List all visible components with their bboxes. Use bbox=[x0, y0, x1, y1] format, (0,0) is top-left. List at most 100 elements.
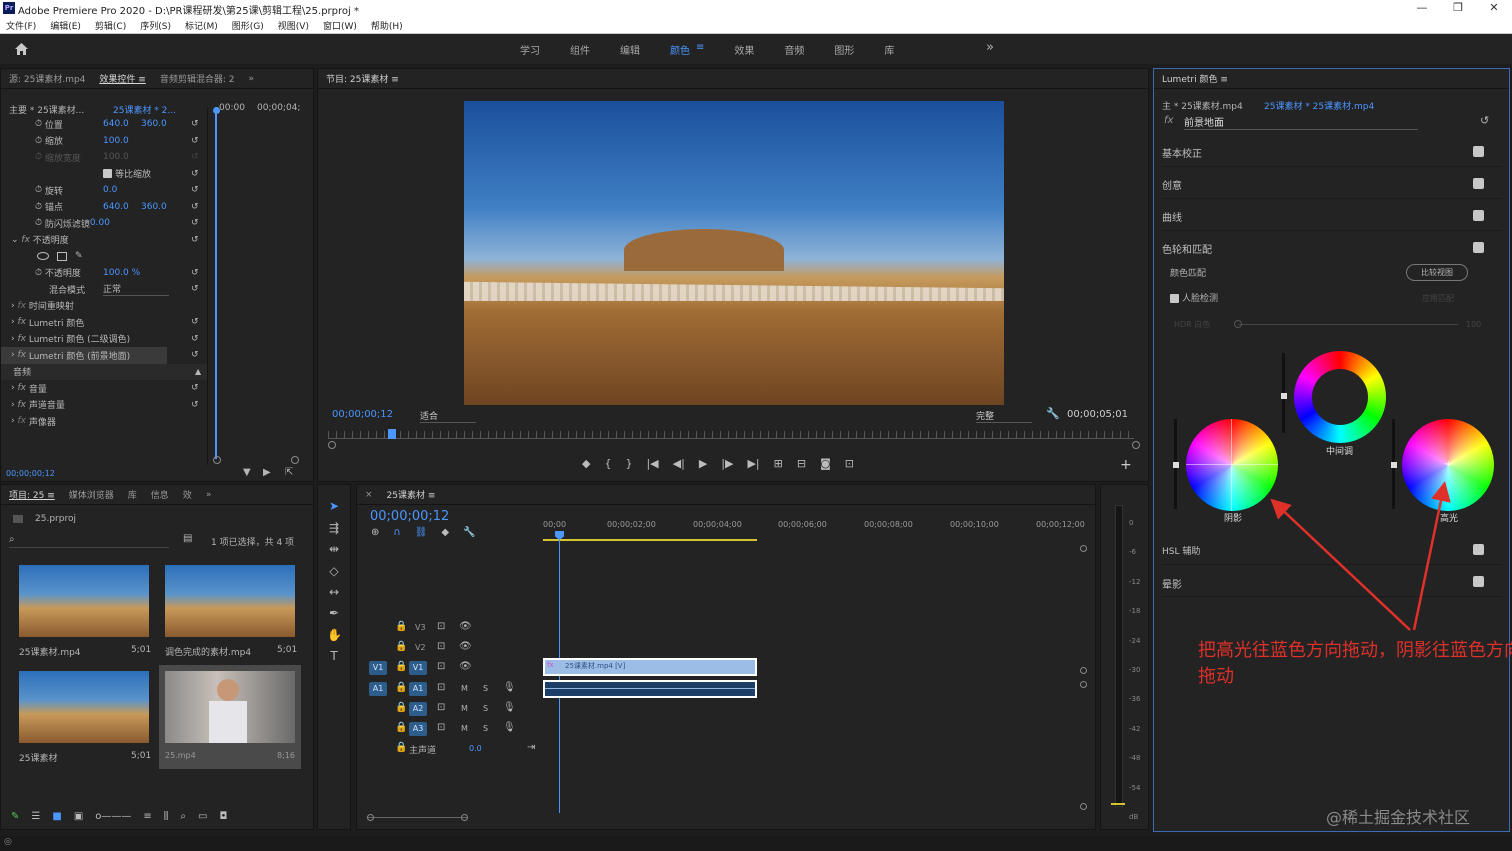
stopwatch-icon[interactable]: ⏱ bbox=[35, 185, 42, 195]
compare-view-button[interactable]: ⊡ bbox=[845, 457, 854, 470]
sync-lock-icon[interactable]: ⊡ bbox=[437, 661, 445, 672]
eye-icon[interactable]: 👁 bbox=[459, 661, 472, 672]
ec-row-anchor[interactable]: ⏱ 锚点 640.0 360.0 ↺ bbox=[1, 199, 207, 216]
workspace-libraries[interactable]: 库 bbox=[884, 42, 894, 57]
new-item-icon[interactable]: ◘ bbox=[219, 811, 227, 822]
project-search-input[interactable]: ⌕ bbox=[9, 534, 169, 548]
position-x-value[interactable]: 640.0 bbox=[103, 119, 129, 129]
comparison-view-button[interactable]: 比较视图 bbox=[1406, 264, 1468, 281]
project-item-thumb[interactable] bbox=[19, 671, 149, 743]
reset-icon[interactable]: ↺ bbox=[191, 235, 199, 245]
ec-playhead-handle[interactable] bbox=[213, 107, 220, 114]
pen-mask-icon[interactable]: ✎ bbox=[75, 251, 83, 261]
hdr-white-slider-handle[interactable] bbox=[1234, 320, 1242, 328]
minimize-button[interactable]: — bbox=[1404, 0, 1440, 17]
program-scroll-left[interactable] bbox=[328, 441, 336, 449]
timeline-zoom-scrollbar[interactable] bbox=[367, 817, 467, 818]
filter-icon[interactable]: ▼ bbox=[243, 467, 251, 478]
project-item-name[interactable]: 25课素材.mp4 bbox=[19, 645, 81, 658]
tab-sequence[interactable]: 25课素材 ≡ bbox=[387, 488, 436, 501]
ec-row-lumetri-3[interactable]: › fx Lumetri 颜色 (前景地面) ↺ bbox=[1, 347, 199, 364]
solo-button[interactable]: S bbox=[483, 704, 488, 713]
antiflicker-value[interactable]: 0.00 bbox=[90, 218, 110, 228]
sync-lock-icon[interactable]: ⊡ bbox=[437, 702, 445, 713]
tab-info[interactable]: 信息 bbox=[151, 488, 169, 501]
go-to-end-icon[interactable]: ⇥ bbox=[527, 742, 535, 753]
reset-icon[interactable]: ↺ bbox=[191, 334, 199, 344]
section-creative[interactable]: 创意 bbox=[1162, 169, 1502, 199]
fx-badge[interactable]: fx bbox=[17, 416, 26, 426]
insert-nest-icon[interactable]: ⊕ bbox=[371, 527, 379, 538]
scale-value[interactable]: 100.0 bbox=[103, 136, 129, 146]
microphone-icon[interactable]: 🎙 bbox=[503, 682, 516, 693]
tab-libraries[interactable]: 库 bbox=[128, 488, 137, 501]
timeline-zoom-right[interactable] bbox=[461, 814, 468, 821]
reset-icon[interactable]: ↺ bbox=[191, 169, 199, 179]
rotation-value[interactable]: 0.0 bbox=[103, 185, 117, 195]
lumetri-reset-icon[interactable]: ↺ bbox=[1480, 114, 1489, 127]
face-detection-row[interactable]: 人脸检测 bbox=[1170, 291, 1218, 304]
fx-badge[interactable]: fx bbox=[1164, 115, 1173, 126]
linked-selection-icon[interactable]: ⛓ bbox=[415, 527, 428, 538]
menu-sequence[interactable]: 序列(S) bbox=[140, 19, 171, 32]
chevron-right-icon[interactable]: › bbox=[11, 334, 15, 344]
ec-row-scale[interactable]: ⏱ 缩放 100.0 ↺ bbox=[1, 133, 207, 150]
lock-icon[interactable]: 🔒 bbox=[395, 621, 407, 632]
master-volume-value[interactable]: 0.0 bbox=[469, 744, 482, 753]
eye-icon[interactable]: 👁 bbox=[459, 621, 472, 632]
program-scroll-right[interactable] bbox=[1132, 441, 1140, 449]
zoom-select[interactable]: 适合 bbox=[420, 409, 476, 423]
lumetri-clip-select[interactable]: 25课素材 * 25课素材.mp4 bbox=[1264, 99, 1374, 112]
stopwatch-icon[interactable]: ⏱ bbox=[35, 202, 42, 212]
tab-source[interactable]: 源: 25课素材.mp4 bbox=[9, 72, 85, 85]
project-item-thumb[interactable] bbox=[19, 565, 149, 637]
extract-button[interactable]: ⊟ bbox=[797, 457, 806, 470]
fx-badge[interactable]: fx bbox=[21, 235, 30, 245]
wrench-icon[interactable]: 🔧 bbox=[1046, 407, 1060, 420]
list-view-icon[interactable]: ☰ bbox=[31, 811, 40, 822]
section-basic-correction[interactable]: 基本校正 bbox=[1162, 137, 1502, 167]
ec-row-lumetri-2[interactable]: › fx Lumetri 颜色 (二级调色) ↺ bbox=[1, 331, 207, 348]
menu-markers[interactable]: 标记(M) bbox=[185, 19, 218, 32]
a-scroll-bottom[interactable] bbox=[1080, 803, 1087, 810]
new-bin-button[interactable]: ▭ bbox=[198, 811, 207, 822]
menu-help[interactable]: 帮助(H) bbox=[371, 19, 403, 32]
step-forward-button[interactable]: |▶ bbox=[721, 457, 733, 470]
project-item-name[interactable]: 调色完成的素材.mp4 bbox=[165, 645, 251, 658]
rectangle-mask-icon[interactable] bbox=[57, 251, 67, 261]
mark-out-button[interactable]: } bbox=[625, 457, 632, 470]
work-area-bar[interactable] bbox=[543, 539, 757, 541]
apply-match-button[interactable]: 应用匹配 bbox=[1422, 293, 1454, 304]
close-button[interactable]: ✕ bbox=[1476, 0, 1512, 17]
go-to-out-button[interactable]: ▶| bbox=[747, 457, 759, 470]
lock-icon[interactable]: 🔒 bbox=[395, 722, 407, 733]
ec-row-lumetri-1[interactable]: › fx Lumetri 颜色 ↺ bbox=[1, 314, 207, 331]
program-playhead[interactable] bbox=[388, 429, 396, 439]
v-scroll-mid[interactable] bbox=[1080, 667, 1087, 674]
icon-view-icon[interactable]: ■ bbox=[52, 811, 61, 822]
uniform-scale-checkbox[interactable] bbox=[103, 169, 112, 179]
tab-project[interactable]: 项目: 25 ≡ bbox=[9, 488, 55, 501]
stopwatch-icon[interactable]: ⏱ bbox=[35, 136, 42, 146]
playback-quality-select[interactable]: 完整 bbox=[976, 409, 1032, 423]
reset-icon[interactable]: ↺ bbox=[191, 218, 199, 228]
pencil-icon[interactable]: ✎ bbox=[11, 811, 19, 822]
menu-view[interactable]: 视图(V) bbox=[278, 19, 309, 32]
highlights-slider-handle[interactable] bbox=[1391, 462, 1397, 468]
reset-icon[interactable]: ↺ bbox=[191, 202, 199, 212]
menu-file[interactable]: 文件(F) bbox=[6, 19, 36, 32]
chevron-right-icon[interactable]: › bbox=[11, 350, 15, 360]
mute-button[interactable]: M bbox=[461, 684, 468, 693]
reset-icon[interactable]: ↺ bbox=[191, 268, 199, 278]
collapse-icon[interactable]: ▲ bbox=[195, 367, 201, 376]
workspace-audio[interactable]: 音频 bbox=[784, 42, 804, 57]
source-patch-v1[interactable]: V1 bbox=[369, 661, 387, 675]
lumetri-effect-select[interactable]: 前景地面 bbox=[1184, 114, 1418, 130]
clip-dropdown[interactable]: 25课素材 * 2... bbox=[113, 103, 176, 116]
export-icon[interactable]: ⇱ bbox=[285, 467, 293, 478]
sync-lock-icon[interactable]: ⊡ bbox=[437, 641, 445, 652]
ripple-edit-tool-icon[interactable]: ⇹ bbox=[327, 542, 341, 556]
stopwatch-icon[interactable]: ⏱ bbox=[35, 218, 42, 228]
stopwatch-icon[interactable]: ⏱ bbox=[35, 268, 42, 278]
track-select-tool-icon[interactable]: ⇶ bbox=[327, 521, 341, 535]
